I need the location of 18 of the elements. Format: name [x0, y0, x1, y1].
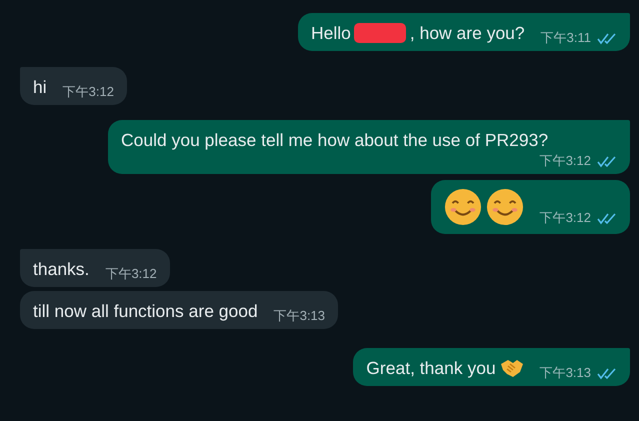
message-time: 下午3:12 [540, 210, 591, 226]
message-time: 下午3:12 [540, 153, 591, 169]
message-text: till now all functions are good [33, 300, 258, 323]
message-time: 下午3:13 [540, 365, 591, 381]
handshake-icon [500, 358, 524, 378]
message-time: 下午3:13 [274, 308, 326, 324]
smiling-face-icon [444, 188, 482, 226]
message-text: hi [33, 76, 47, 99]
message-time: 下午3:11 [540, 30, 591, 46]
message-text: Great, thank you [366, 357, 496, 380]
message-text: , how are you? [410, 22, 525, 45]
redaction-mark [354, 23, 406, 43]
message-text: Hello [310, 22, 351, 45]
message-time: 下午3:12 [62, 84, 114, 100]
smiling-face-icon [486, 188, 524, 226]
message-time: 下午3:12 [105, 266, 157, 282]
message-text: Could you please tell me how about the use of PR293? [121, 129, 548, 152]
message-text: thanks. [33, 258, 90, 281]
